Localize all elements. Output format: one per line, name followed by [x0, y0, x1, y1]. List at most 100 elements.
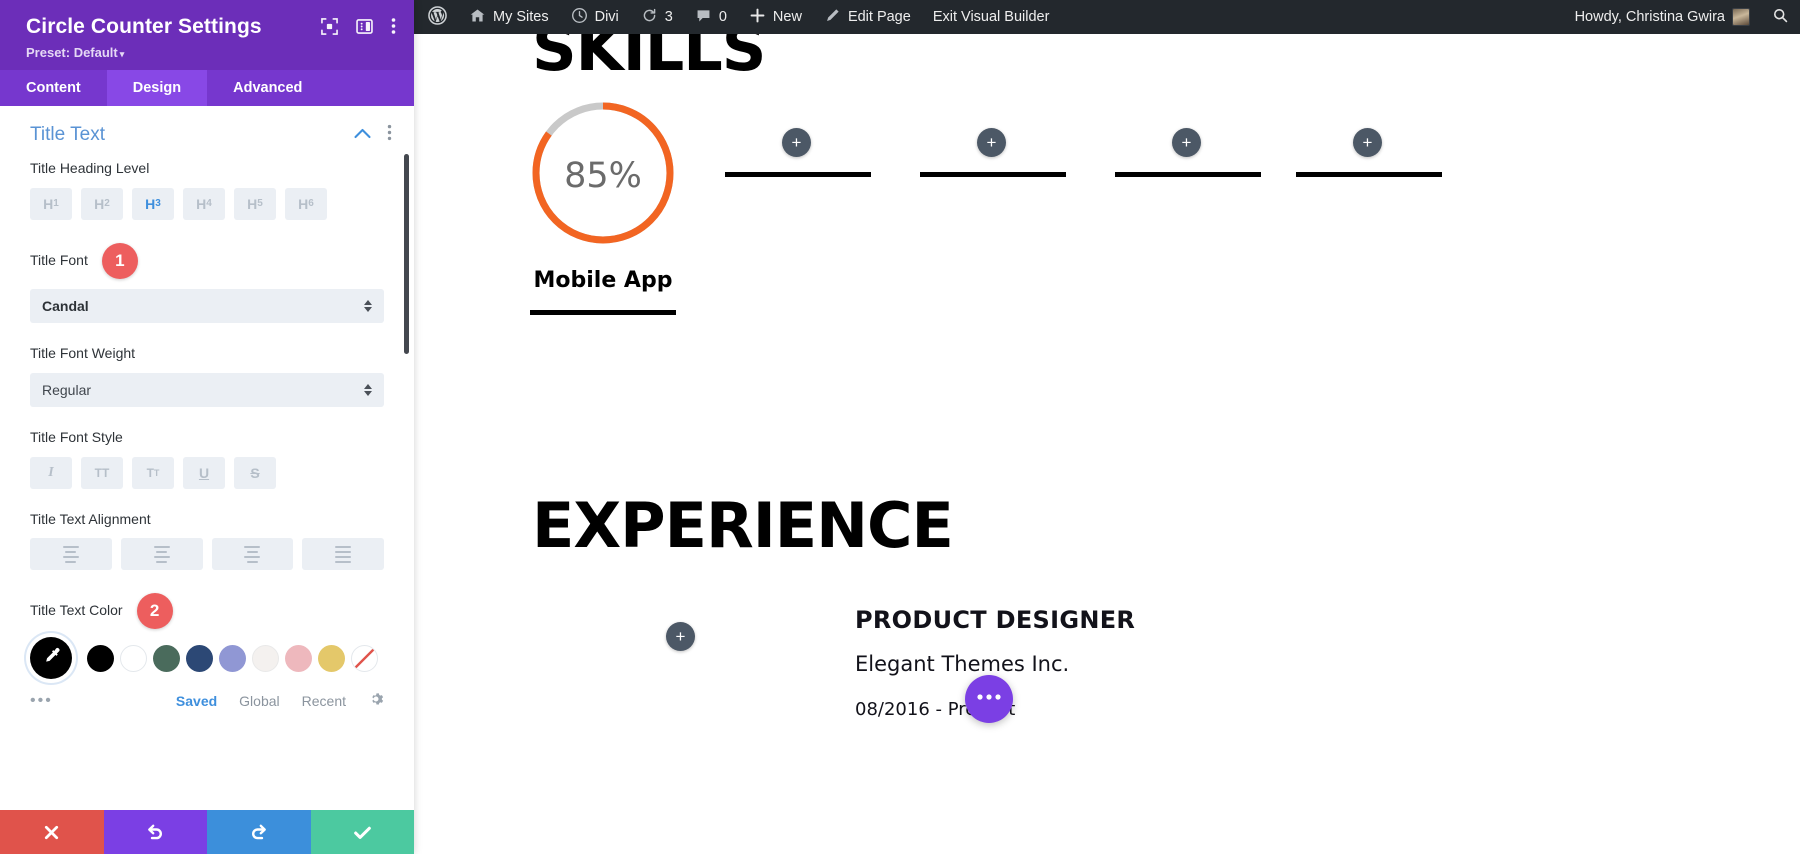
chevron-up-icon[interactable] — [354, 126, 371, 144]
field-label-row: Title Text Color 2 — [30, 592, 384, 630]
adminbar-item-my-sites[interactable]: My Sites — [458, 0, 560, 34]
job-company: Elegant Themes Inc. — [855, 652, 1070, 676]
field-title-heading-level: Title Heading Level H1 H2 H3 H4 H5 H6 — [0, 160, 414, 220]
field-title-font-style: Title Font Style I TT TT U S — [0, 429, 414, 489]
color-swatch-white[interactable] — [117, 642, 150, 675]
heading-level-h5[interactable]: H5 — [234, 187, 276, 220]
gear-icon[interactable] — [368, 691, 384, 710]
tab-content[interactable]: Content — [0, 70, 107, 106]
redo-button[interactable] — [207, 810, 311, 854]
swatch-color — [120, 644, 147, 672]
adminbar-item-wp-logo[interactable] — [414, 0, 458, 34]
font-style-smallcaps-button[interactable]: TT — [132, 456, 174, 489]
color-swatch-green[interactable] — [150, 642, 183, 675]
annotation-badge-2: 2 — [136, 593, 173, 630]
color-swatch-offwhite[interactable] — [249, 642, 282, 675]
cancel-button[interactable] — [0, 810, 104, 854]
align-right-icon — [244, 545, 261, 563]
font-style-strikethrough-button[interactable]: S — [234, 456, 276, 489]
add-module-button-4[interactable]: + — [1353, 128, 1382, 157]
font-style-italic-button[interactable]: I — [30, 456, 72, 489]
add-module-button-5[interactable]: + — [666, 622, 695, 651]
color-swatch-periwinkle[interactable] — [216, 642, 249, 675]
panel-scrollbar-thumb[interactable] — [404, 154, 409, 355]
title-font-weight-select[interactable]: Regular — [30, 372, 384, 407]
heading-level-h4[interactable]: H4 — [183, 187, 225, 220]
field-label: Title Text Alignment — [30, 510, 151, 527]
field-label: Title Font Style — [30, 428, 123, 445]
adminbar-label: 3 — [664, 9, 673, 25]
adminbar-item-howdy[interactable]: Howdy, Christina Gwira — [1564, 0, 1761, 34]
adminbar-item-exit-visual-builder[interactable]: Exit Visual Builder — [922, 0, 1061, 34]
circle-counter-module[interactable]: 85% Mobile App — [530, 100, 676, 293]
title-font-select[interactable]: Candal — [30, 288, 384, 323]
add-module-button-2[interactable]: + — [977, 128, 1006, 157]
visual-builder-canvas: SKILLS 85% Mobile App + + + + EXPERIENCE… — [414, 34, 1800, 854]
preset-selector[interactable]: Preset: Default ▾ — [26, 45, 262, 60]
align-center-button[interactable] — [120, 538, 203, 571]
adminbar-item-edit-page[interactable]: Edit Page — [813, 0, 922, 34]
adminbar-label: My Sites — [493, 9, 549, 25]
undo-button[interactable] — [103, 810, 207, 854]
title-font-weight-value: Regular — [42, 381, 92, 398]
adminbar-item-search[interactable] — [1761, 0, 1800, 34]
font-style-underline-button[interactable]: U — [183, 456, 225, 489]
panel-scroll-area: Title Text Title Heading Level H1 H 2 H … — [0, 106, 414, 810]
wp-admin-bar: My Sites Divi 3 0 New Edit Page Exit Vis… — [414, 0, 1800, 34]
kebab-menu-icon[interactable] — [391, 17, 396, 40]
color-tab-recent[interactable]: Recent — [302, 693, 346, 709]
kebab-menu-icon[interactable] — [387, 124, 392, 146]
align-justify-button[interactable] — [302, 538, 384, 571]
adminbar-item-new[interactable]: New — [738, 0, 813, 34]
color-source-links: Saved Global Recent — [176, 691, 384, 710]
color-swatch-gold[interactable] — [315, 642, 348, 675]
divi-icon — [571, 7, 588, 28]
swatch-color — [285, 644, 312, 672]
section-title-text[interactable]: Title Text — [0, 106, 414, 160]
heading-level-h6[interactable]: H6 — [285, 187, 327, 220]
focus-module-icon[interactable] — [321, 17, 338, 40]
color-swatch-pink[interactable] — [282, 642, 315, 675]
module-settings-panel: Circle Counter Settings Preset: Default ▾ — [0, 0, 414, 854]
tab-design[interactable]: Design — [106, 70, 208, 107]
font-style-uppercase-button[interactable]: TT — [81, 456, 123, 489]
color-swatch-navy[interactable] — [183, 642, 216, 675]
adminbar-item-divi[interactable]: Divi — [560, 0, 630, 34]
color-tab-saved[interactable]: Saved — [176, 693, 217, 709]
heading-level-h1[interactable]: H1 — [30, 187, 72, 220]
undo-icon — [148, 824, 163, 840]
adminbar-label: 0 — [718, 9, 727, 25]
add-module-button-3[interactable]: + — [1172, 128, 1201, 157]
align-justify-icon — [335, 545, 352, 563]
align-center-icon — [153, 545, 170, 563]
adminbar-item-comments[interactable]: 0 — [684, 0, 738, 34]
color-swatch-row — [0, 637, 414, 680]
checkmark-icon — [353, 826, 371, 839]
align-right-button[interactable] — [211, 538, 294, 571]
color-swatch-none[interactable] — [348, 642, 381, 675]
more-options-icon[interactable]: ••• — [30, 692, 53, 709]
select-spinner-icon — [364, 299, 372, 312]
field-label: Title Heading Level — [30, 160, 150, 177]
preset-label: Preset: Default — [26, 45, 118, 61]
align-left-button[interactable] — [30, 538, 112, 571]
color-swatch-black[interactable] — [84, 642, 117, 675]
swatch-color — [186, 644, 213, 672]
close-icon — [45, 825, 59, 839]
heading-level-h3[interactable]: H3 — [132, 187, 174, 220]
save-button[interactable] — [310, 810, 414, 854]
add-module-button-1[interactable]: + — [782, 128, 811, 157]
field-label: Title Font Weight — [30, 344, 136, 361]
color-picker-selected-swatch[interactable] — [30, 637, 72, 680]
adminbar-item-updates[interactable]: 3 — [630, 0, 684, 34]
heading-level-h2[interactable]: H2 — [81, 187, 123, 220]
visual-builder-menu-button[interactable] — [965, 675, 1013, 723]
panel-layout-icon[interactable] — [356, 18, 373, 40]
swatch-color — [219, 644, 246, 672]
font-style-button-group: I TT TT U S — [30, 456, 384, 489]
color-tab-global[interactable]: Global — [239, 693, 279, 709]
panel-body: Title Text Title Heading Level H1 H 2 H … — [0, 106, 414, 810]
tab-advanced[interactable]: Advanced — [207, 70, 328, 106]
comment-icon — [695, 7, 712, 28]
panel-scrollbar-track[interactable] — [404, 106, 412, 810]
